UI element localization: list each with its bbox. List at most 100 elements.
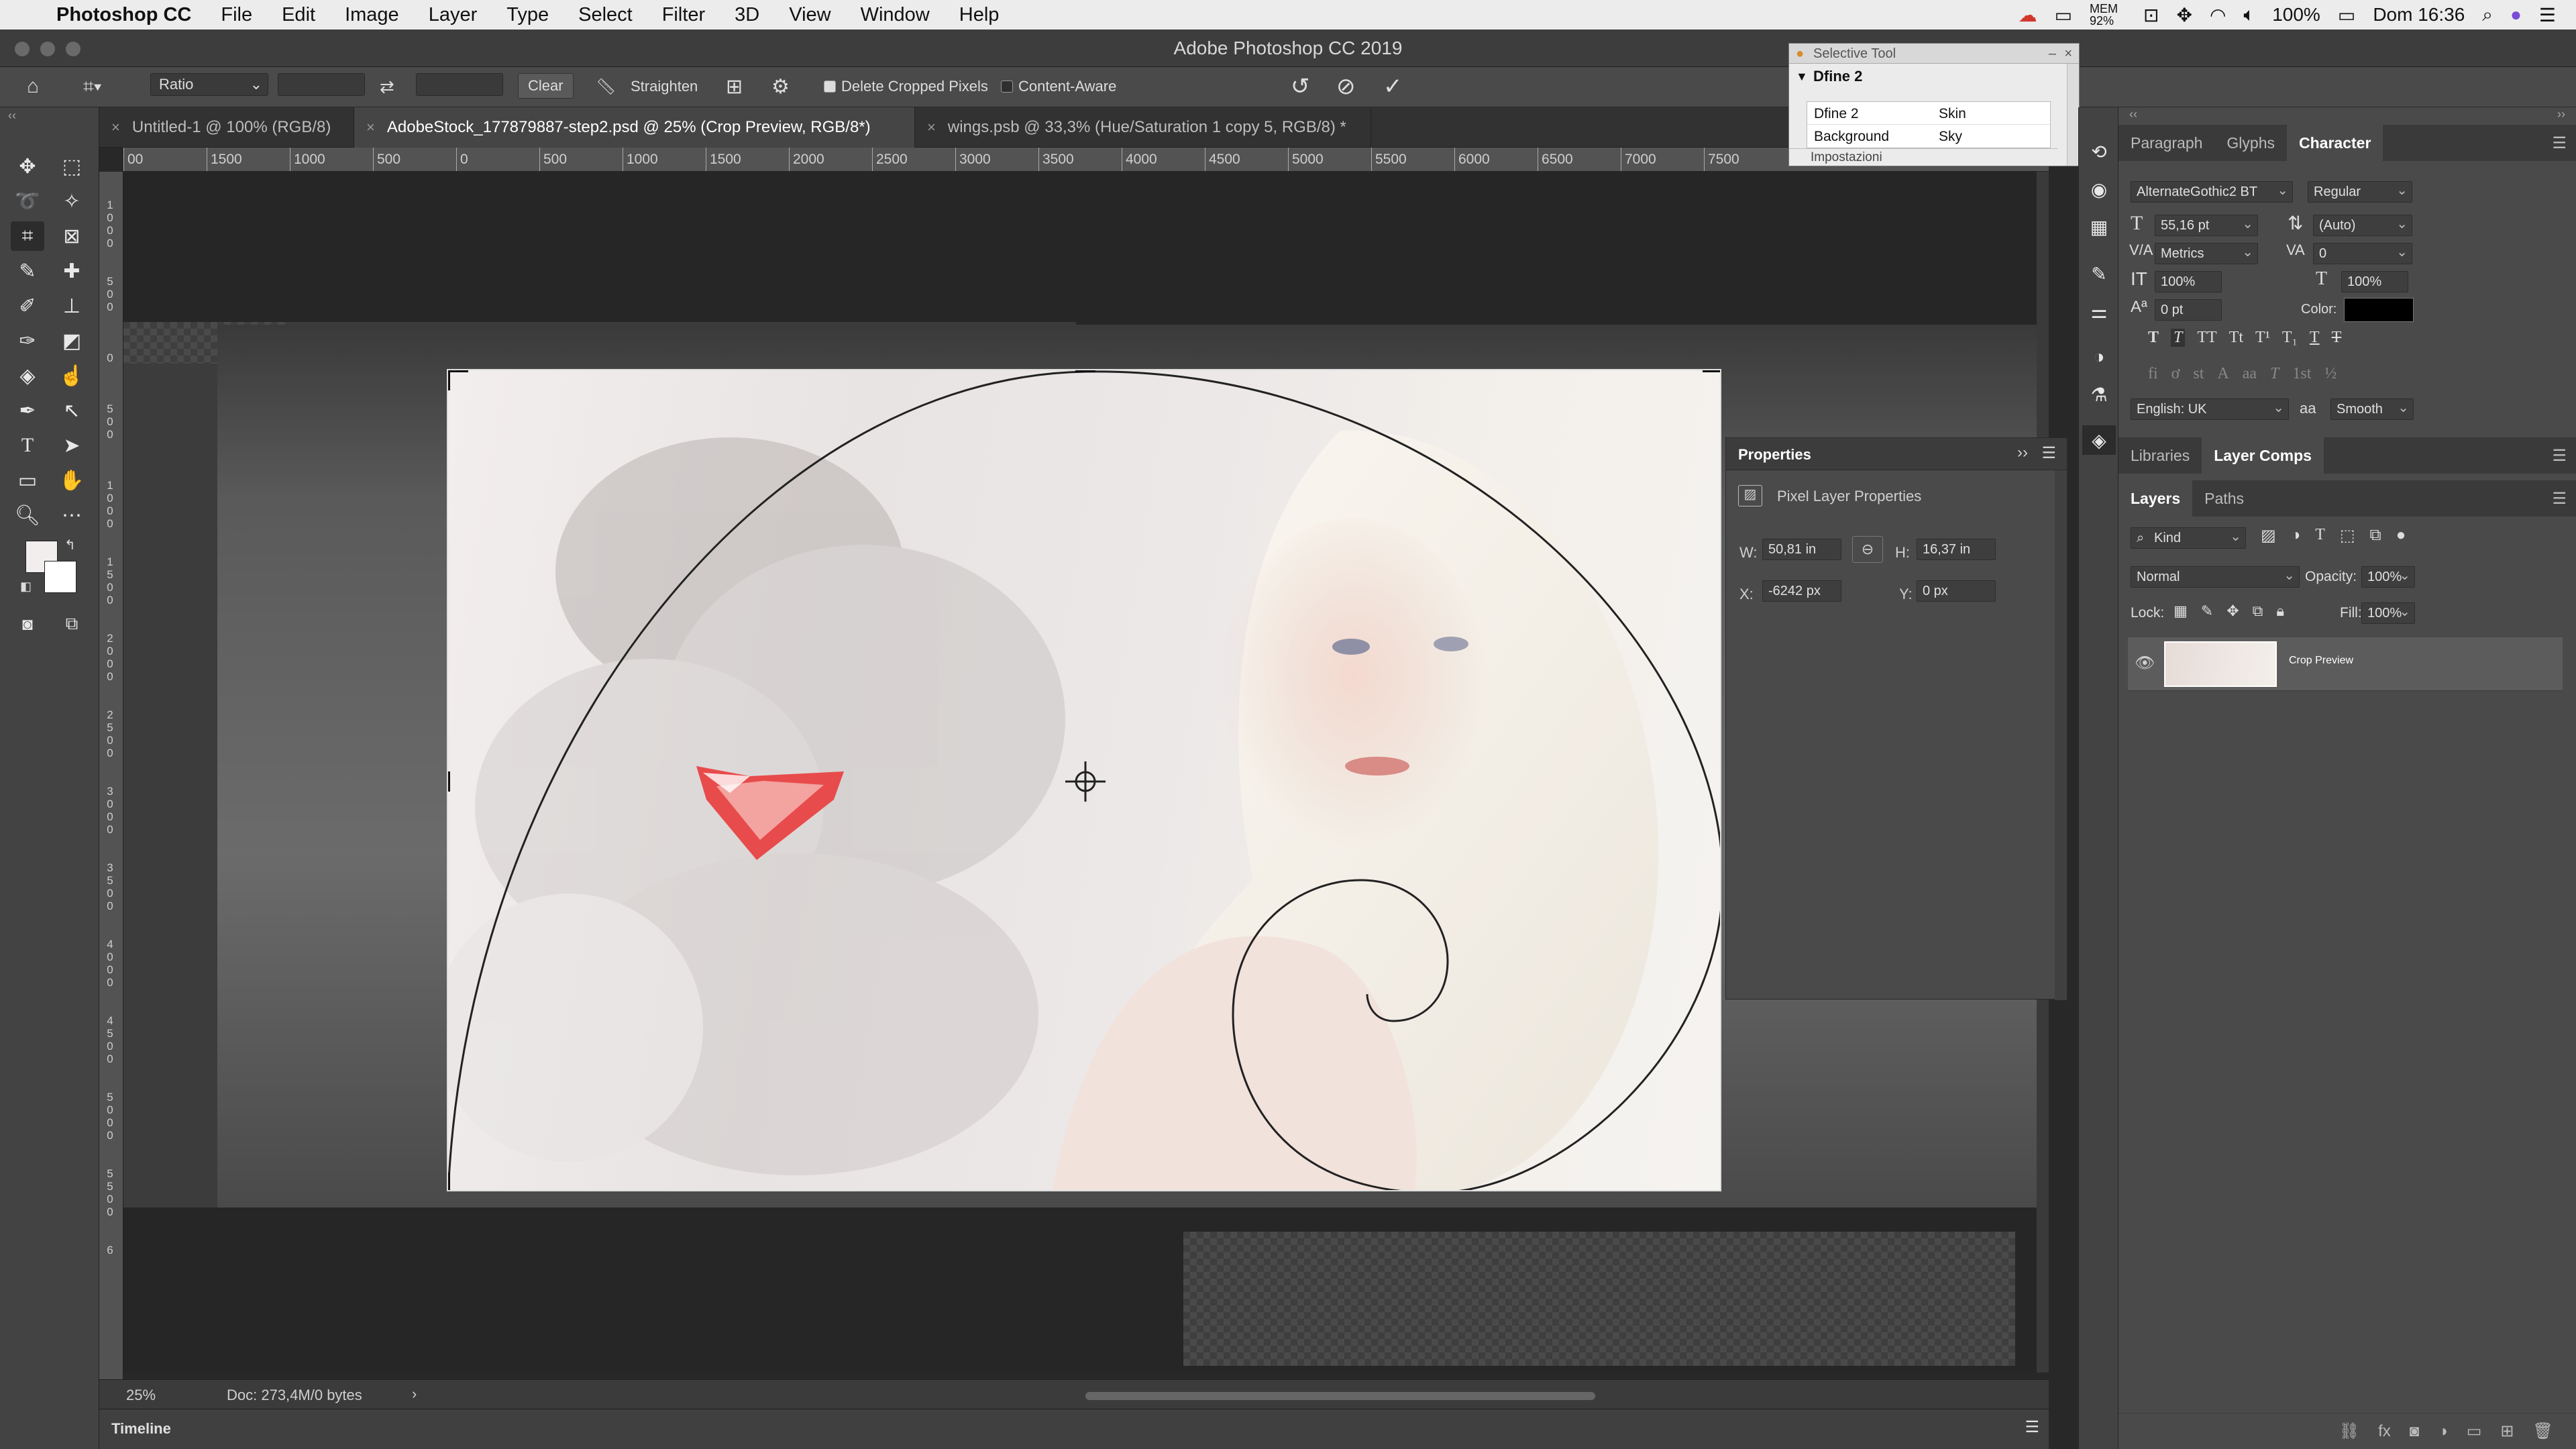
tracking-field[interactable]: 0 [2313, 243, 2412, 264]
kerning-field[interactable]: Metrics [2155, 243, 2258, 264]
cancel-crop-icon[interactable]: ⊘ [1336, 73, 1356, 100]
adjustments-panel-icon[interactable]: ⚌ [2082, 297, 2116, 326]
link-layers-icon[interactable]: ⛓ [2339, 1421, 2359, 1441]
lock-pixels-icon[interactable]: ✎ [2201, 602, 2213, 620]
subscript-button[interactable]: T₁ [2282, 329, 2298, 347]
menu-file[interactable]: File [206, 4, 267, 26]
tab-adobestock[interactable]: × AdobeStock_177879887-step2.psd @ 25% (C… [354, 107, 915, 148]
plugin-panel-icon[interactable]: ◈ [2082, 425, 2116, 455]
expand-dock-icon[interactable]: ›› [2557, 107, 2565, 121]
language-select[interactable]: English: UK [2131, 398, 2289, 420]
clock[interactable]: Dom 16:36 [2373, 4, 2465, 25]
tab-layers[interactable]: Layers [2118, 480, 2193, 517]
swash-button[interactable]: st [2193, 365, 2204, 383]
font-style-select[interactable]: Regular [2308, 181, 2412, 203]
small-caps-button[interactable]: Tt [2229, 329, 2243, 347]
antialias-select[interactable]: Smooth [2330, 398, 2414, 420]
magic-wand-tool-icon[interactable]: ✧ [55, 186, 89, 216]
straighten-icon[interactable]: 📏︎ [596, 73, 616, 100]
properties-title[interactable]: Properties [1738, 446, 1811, 464]
ligatures-button[interactable]: fi [2148, 365, 2158, 383]
ratio-select[interactable]: Ratio ⌄ [150, 73, 268, 96]
volume-icon[interactable]: 🔈︎ [2243, 4, 2255, 26]
display-icon[interactable]: ▭ [2055, 4, 2072, 26]
baseline-shift-field[interactable]: 0 pt [2155, 299, 2222, 321]
overlay-options-icon[interactable]: ⊞ [726, 73, 743, 100]
spotlight-icon[interactable]: ⌕ [2482, 4, 2493, 26]
delete-layer-icon[interactable]: 🗑︎ [2533, 1421, 2553, 1441]
settings-gear-icon[interactable]: ⚙ [771, 73, 790, 100]
selective-footer[interactable]: Impostazioni [1789, 148, 2057, 166]
grid-panel-icon[interactable]: ▦ [2082, 212, 2116, 241]
history-panel-icon[interactable]: ⟲ [2082, 137, 2116, 166]
lock-artboard-icon[interactable]: ⧉ [2253, 602, 2263, 620]
ornaments-button[interactable]: T [2270, 365, 2279, 383]
faux-bold-button[interactable]: T [2148, 329, 2159, 347]
color-panel-icon[interactable]: ◑ [2082, 342, 2116, 372]
collapse-dock-icon[interactable]: ‹‹ [2129, 107, 2137, 121]
filter-smart-object-icon[interactable]: ⧉ [2370, 526, 2381, 545]
close-tab-icon[interactable]: × [927, 119, 936, 136]
crop-tool-preset-icon[interactable]: ⌗▾ [83, 73, 102, 100]
home-icon[interactable]: ⌂ [27, 73, 39, 100]
commit-crop-icon[interactable]: ✓ [1383, 73, 1403, 100]
hand-tool-icon[interactable]: ✋ [55, 466, 89, 495]
all-caps-button[interactable]: TT [2197, 329, 2216, 347]
filter-pixel-icon[interactable]: ▨ [2261, 526, 2276, 545]
layer-row[interactable]: 👁︎ Crop Preview [2128, 637, 2563, 691]
close-panel-icon[interactable]: × [2064, 44, 2072, 64]
clone-stamp-tool-icon[interactable]: ⊥ [55, 291, 89, 321]
filter-shape-icon[interactable]: ⬚ [2340, 526, 2355, 545]
new-adjustment-icon[interactable]: ◑ [2438, 1422, 2448, 1441]
notification-icon[interactable]: ☰ [2539, 4, 2556, 26]
straighten-button[interactable]: Straighten [631, 73, 698, 100]
menu-view[interactable]: View [774, 4, 845, 26]
history-brush-tool-icon[interactable]: ✑ [11, 326, 44, 356]
background-color-swatch[interactable] [44, 561, 76, 593]
width-field[interactable]: 50,81 in [1762, 539, 1841, 560]
delete-cropped-checkbox[interactable]: Delete Cropped Pixels [824, 73, 988, 100]
font-size-field[interactable]: 55,16 pt [2155, 215, 2258, 236]
lasso-tool-icon[interactable]: ➰ [11, 186, 44, 216]
timeline-label[interactable]: Timeline [111, 1420, 171, 1438]
menu-help[interactable]: Help [945, 4, 1014, 26]
brush-tool-icon[interactable]: ✐ [11, 291, 44, 321]
new-layer-icon[interactable]: ⊞ [2500, 1421, 2514, 1441]
lock-all-icon[interactable]: 🔒︎ [2276, 602, 2284, 620]
add-mask-icon[interactable]: ◙ [2410, 1422, 2420, 1441]
menu-type[interactable]: Type [492, 4, 564, 26]
layer-style-icon[interactable]: fx [2378, 1422, 2391, 1441]
smudge-tool-icon[interactable]: ☝ [55, 361, 89, 390]
swap-colors-icon[interactable]: ↰ [64, 537, 76, 553]
rectangle-tool-icon[interactable]: ▭ [11, 466, 44, 495]
tab-wings[interactable]: × wings.psb @ 33,3% (Hue/Saturation 1 cop… [915, 107, 1371, 148]
panel-menu-icon[interactable]: ☰ [2041, 443, 2056, 463]
expand-triangle-icon[interactable]: ▼ [1796, 64, 1808, 89]
collapse-panel-icon[interactable]: ›› [2017, 443, 2028, 462]
horizontal-scrollbar[interactable] [1085, 1392, 1595, 1400]
visibility-eye-icon[interactable]: 👁︎ [2135, 653, 2155, 673]
horizontal-scale-field[interactable]: 100% [2341, 271, 2408, 292]
link-dimensions-icon[interactable]: ⊖ [1852, 536, 1883, 563]
superscript-button[interactable]: T¹ [2255, 329, 2270, 347]
vertical-scale-field[interactable]: 100% [2155, 271, 2222, 292]
text-color-swatch[interactable] [2344, 298, 2414, 322]
mem-status[interactable]: MEM 92% [2090, 3, 2126, 27]
extension-icon[interactable]: ✥ [2177, 4, 2192, 26]
filter-toggle-icon[interactable]: ● [2396, 526, 2406, 545]
wifi-icon[interactable]: ◠ [2210, 4, 2226, 26]
siri-icon[interactable]: ● [2510, 4, 2522, 25]
menu-image[interactable]: Image [330, 4, 414, 26]
stylistic-alternates-button[interactable]: A [2217, 365, 2229, 383]
menu-edit[interactable]: Edit [267, 4, 330, 26]
pen-tool-icon[interactable]: ✒ [11, 396, 44, 425]
default-colors-icon[interactable]: ◧ [20, 580, 32, 594]
zoom-level[interactable]: 25% [126, 1387, 156, 1404]
strikethrough-button[interactable]: T [2332, 329, 2342, 347]
panel-menu-icon[interactable]: ☰ [2552, 133, 2567, 153]
fractions-button[interactable]: ½ [2324, 365, 2337, 383]
properties-scrollbar[interactable] [2055, 470, 2067, 1000]
layer-filter-select[interactable]: ⌕ Kind [2131, 527, 2246, 549]
lock-position-icon[interactable]: ✥ [2226, 602, 2239, 620]
properties-panel-icon[interactable]: ⚗ [2082, 380, 2116, 409]
